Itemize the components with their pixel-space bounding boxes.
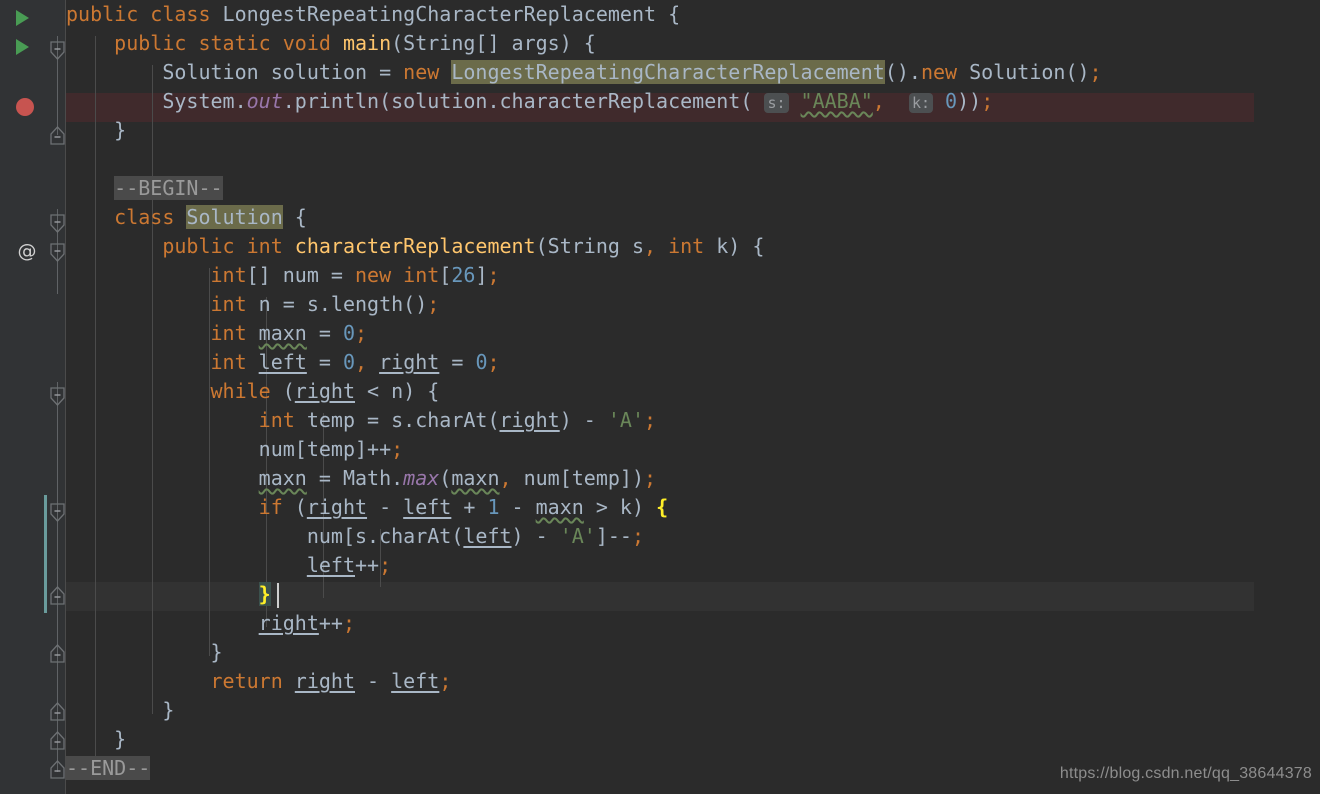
text-caret: [277, 583, 279, 608]
code-line[interactable]: left++;: [66, 551, 391, 580]
fold-placeholder-begin[interactable]: --BEGIN--: [114, 176, 223, 200]
code-line[interactable]: int n = s.length();: [66, 290, 440, 319]
watermark-url: https://blog.csdn.net/qq_38644378: [1059, 765, 1312, 782]
fold-marker-icon[interactable]: [50, 387, 65, 406]
code-line[interactable]: int left = 0, right = 0;: [66, 348, 500, 377]
code-line[interactable]: return right - left;: [66, 667, 452, 696]
code-line[interactable]: int maxn = 0;: [66, 319, 368, 348]
code-line[interactable]: int temp = s.charAt(right) - 'A';: [66, 406, 656, 435]
fold-marker-icon[interactable]: [50, 243, 65, 262]
breakpoint-icon[interactable]: [16, 98, 34, 116]
code-editor[interactable]: @ public class LongestRepeatingCharacter…: [0, 0, 1320, 794]
code-line[interactable]: }: [66, 696, 174, 725]
code-line[interactable]: num[temp]++;: [66, 435, 404, 464]
fold-marker-icon[interactable]: [50, 702, 65, 721]
code-line[interactable]: }: [66, 725, 126, 754]
gutter-divider: [65, 0, 66, 794]
code-line[interactable]: while (right < n) {: [66, 377, 440, 406]
fold-marker-icon[interactable]: [50, 503, 65, 522]
fold-marker-icon[interactable]: [50, 41, 65, 60]
run-method-marker[interactable]: [16, 39, 29, 55]
fold-marker-icon[interactable]: [50, 644, 65, 663]
code-line[interactable]: right++;: [66, 609, 355, 638]
fold-placeholder-end[interactable]: --END--: [66, 756, 151, 780]
fold-marker-icon[interactable]: [50, 214, 65, 233]
code-line[interactable]: int[] num = new int[26];: [66, 261, 500, 290]
annotation-marker-icon[interactable]: @: [16, 240, 38, 262]
code-line[interactable]: }: [66, 116, 126, 145]
code-line[interactable]: public static void main(String[] args) {: [66, 29, 596, 58]
code-line[interactable]: num[s.charAt(left) - 'A']--;: [66, 522, 644, 551]
code-line[interactable]: System.out.println(solution.characterRep…: [66, 87, 993, 116]
code-line[interactable]: --BEGIN--: [66, 174, 223, 203]
code-line[interactable]: public class LongestRepeatingCharacterRe…: [66, 0, 680, 29]
matched-brace-close: }: [258, 582, 271, 606]
editor-gutter[interactable]: @: [0, 0, 66, 794]
fold-marker-icon[interactable]: [50, 760, 65, 779]
fold-marker-icon[interactable]: [50, 126, 65, 145]
code-line[interactable]: }: [66, 580, 271, 609]
matched-brace-open: {: [656, 495, 669, 519]
code-line[interactable]: Solution solution = new LongestRepeating…: [66, 58, 1102, 87]
code-line[interactable]: if (right - left + 1 - maxn > k) {: [66, 493, 668, 522]
code-line[interactable]: maxn = Math.max(maxn, num[temp]);: [66, 464, 656, 493]
code-line[interactable]: class Solution {: [66, 203, 307, 232]
fold-marker-icon[interactable]: [50, 731, 65, 750]
vcs-changed-marker[interactable]: [44, 495, 47, 613]
run-class-marker[interactable]: [16, 10, 29, 26]
code-line[interactable]: }: [66, 638, 222, 667]
code-line[interactable]: --END--: [66, 754, 151, 783]
fold-marker-icon[interactable]: [50, 586, 65, 605]
code-line[interactable]: public int characterReplacement(String s…: [66, 232, 764, 261]
code-content[interactable]: public class LongestRepeatingCharacterRe…: [66, 0, 1320, 794]
